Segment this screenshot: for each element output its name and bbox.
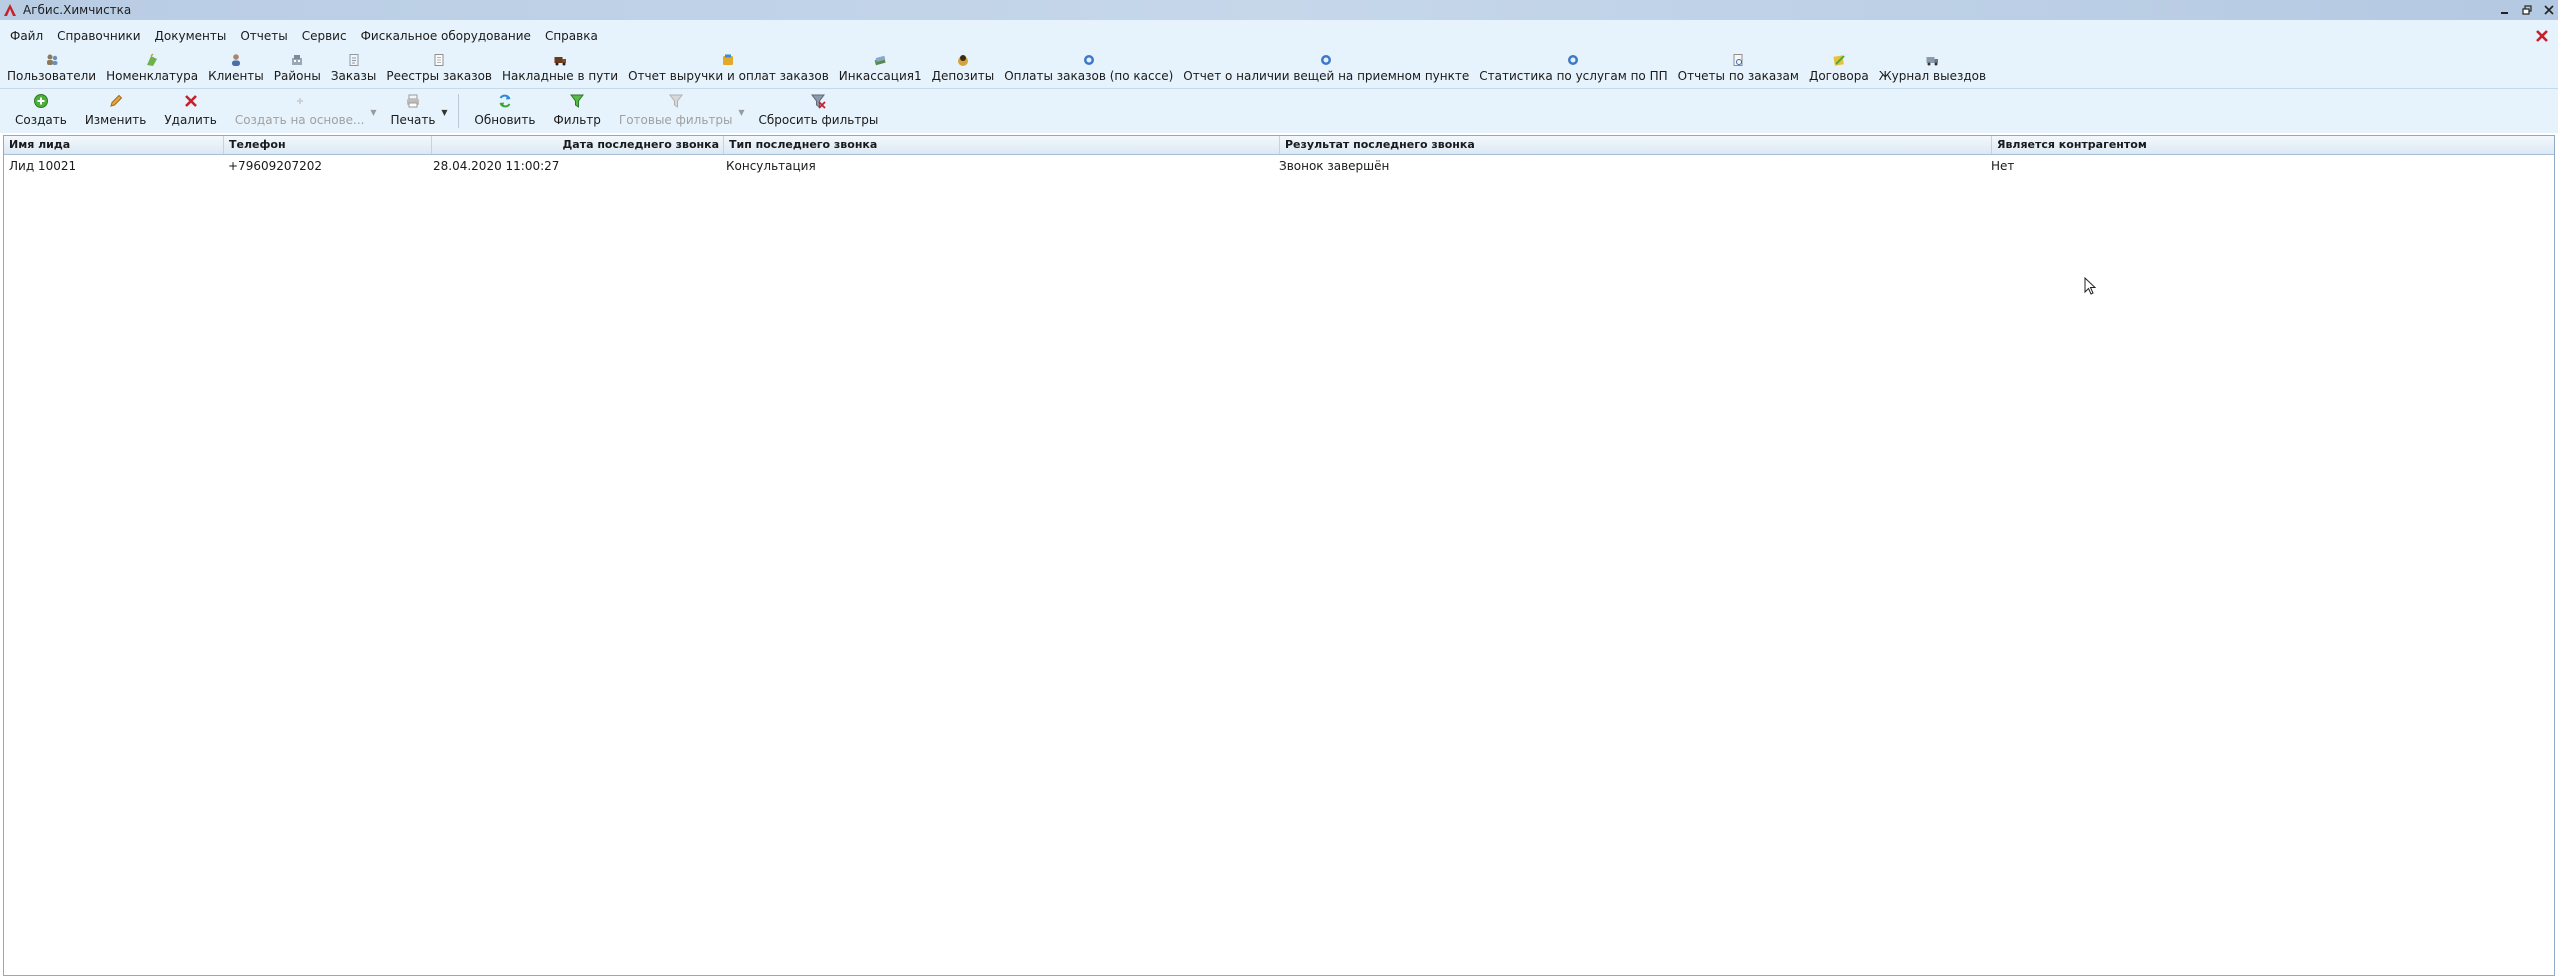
app-logo-icon — [2, 2, 18, 18]
restore-button[interactable] — [2520, 3, 2534, 17]
nav-trips-journal[interactable]: Журнал выездов — [1874, 52, 1991, 83]
nav-waybills[interactable]: Накладные в пути — [497, 52, 623, 83]
menu-documents[interactable]: Документы — [148, 29, 234, 43]
nomenclature-icon — [145, 53, 159, 67]
nav-nomenclature[interactable]: Номенклатура — [101, 52, 203, 83]
menu-help[interactable]: Справка — [538, 29, 605, 43]
nav-deposits[interactable]: Депозиты — [927, 52, 1000, 83]
quick-nav-toolbar: Пользователи Номенклатура Клиенты Районы… — [0, 52, 2558, 88]
nav-districts[interactable]: Районы — [269, 52, 326, 83]
pencil-icon — [107, 92, 125, 110]
items-report-icon — [1319, 53, 1333, 67]
menu-references[interactable]: Справочники — [50, 29, 147, 43]
edit-button[interactable]: Изменить — [76, 92, 156, 127]
payments-icon — [1082, 53, 1096, 67]
ready-filters-dropdown-arrow[interactable]: ▼ — [736, 92, 748, 132]
delete-button[interactable]: Удалить — [155, 92, 226, 127]
cell-last-call-type: Консультация — [726, 159, 816, 173]
nav-clients[interactable]: Клиенты — [203, 52, 269, 83]
cell-phone: +79609207202 — [228, 159, 323, 173]
column-header-phone[interactable]: Телефон — [224, 136, 432, 154]
deposits-icon — [956, 53, 970, 67]
refresh-icon — [496, 92, 514, 110]
reset-filters-button[interactable]: Сбросить фильтры — [750, 92, 888, 127]
clients-icon — [229, 53, 243, 67]
printer-icon — [404, 92, 422, 110]
create-based-dropdown-arrow[interactable]: ▼ — [368, 92, 380, 132]
column-header-is-counterparty[interactable]: Является контрагентом — [1992, 136, 2554, 154]
nav-items-report[interactable]: Отчет о наличии вещей на приемном пункте — [1178, 52, 1474, 83]
orders-icon — [347, 53, 361, 67]
print-button[interactable]: Печать — [382, 92, 445, 127]
revenue-report-icon — [721, 53, 735, 67]
title-bar: Агбис.Химчистка — [0, 0, 2558, 20]
nav-orders[interactable]: Заказы — [326, 52, 382, 83]
close-document-button[interactable] — [2532, 26, 2552, 46]
ready-filters-button[interactable]: Готовые фильтры — [610, 92, 742, 127]
grid-header: Имя лида Телефон Дата последнего звонка … — [4, 136, 2554, 155]
trips-journal-icon — [1925, 53, 1939, 67]
create-based-on-button[interactable]: Создать на основе... — [226, 92, 374, 127]
column-header-last-call-date[interactable]: Дата последнего звонка — [432, 136, 724, 154]
menu-service[interactable]: Сервис — [295, 29, 354, 43]
menu-fiscal-equipment[interactable]: Фискальное оборудование — [354, 29, 538, 43]
nav-revenue-report[interactable]: Отчет выручки и оплат заказов — [623, 52, 834, 83]
reset-filter-icon — [809, 92, 827, 110]
window-title: Агбис.Химчистка — [23, 3, 132, 17]
order-registry-icon — [432, 53, 446, 67]
minimize-button[interactable] — [2498, 3, 2512, 17]
contracts-icon — [1832, 53, 1846, 67]
add-icon — [32, 92, 50, 110]
minimize-icon — [2501, 12, 2508, 14]
window-controls — [2498, 0, 2556, 20]
waybills-icon — [553, 53, 567, 67]
nav-contracts[interactable]: Договора — [1804, 52, 1874, 83]
menu-file[interactable]: Файл — [3, 29, 50, 43]
nav-service-statistics[interactable]: Статистика по услугам по ПП — [1474, 52, 1672, 83]
nav-order-reports[interactable]: Отчеты по заказам — [1673, 52, 1804, 83]
users-icon — [45, 53, 59, 67]
column-header-last-call-type[interactable]: Тип последнего звонка — [724, 136, 1280, 154]
menu-reports[interactable]: Отчеты — [233, 29, 294, 43]
districts-icon — [290, 53, 304, 67]
order-reports-icon — [1731, 53, 1745, 67]
refresh-button[interactable]: Обновить — [465, 92, 544, 127]
toolbar-separator — [458, 94, 460, 128]
create-button[interactable]: Создать — [6, 92, 76, 127]
mouse-cursor-icon — [2084, 277, 2097, 295]
close-window-button[interactable] — [2542, 3, 2556, 17]
nav-collection[interactable]: Инкассация1 — [834, 52, 927, 83]
cell-is-counterparty: Нет — [1991, 159, 2015, 173]
filter-button[interactable]: Фильтр — [544, 92, 609, 127]
action-toolbar: Создать Изменить Удалить Создать на осно… — [0, 89, 2558, 133]
nav-order-payments[interactable]: Оплаты заказов (по кассе) — [999, 52, 1178, 83]
column-header-lead-name[interactable]: Имя лида — [4, 136, 224, 154]
ready-filters-icon — [667, 92, 685, 110]
column-header-last-call-result[interactable]: Результат последнего звонка — [1280, 136, 1992, 154]
cell-last-call-date: 28.04.2020 11:00:27 — [433, 159, 560, 173]
print-dropdown-arrow[interactable]: ▼ — [438, 92, 450, 132]
cell-lead-name: Лид 10021 — [9, 159, 77, 173]
create-based-icon — [291, 92, 309, 110]
nav-order-registries[interactable]: Реестры заказов — [381, 52, 497, 83]
filter-icon — [568, 92, 586, 110]
statistics-icon — [1566, 53, 1580, 67]
restore-icon — [2522, 5, 2532, 15]
close-red-icon — [2536, 30, 2548, 42]
delete-icon — [182, 92, 200, 110]
leads-grid[interactable]: Имя лида Телефон Дата последнего звонка … — [3, 135, 2555, 976]
close-icon — [2544, 5, 2554, 15]
nav-users[interactable]: Пользователи — [2, 52, 101, 83]
collection-icon — [873, 53, 887, 67]
cell-last-call-result: Звонок завершён — [1279, 159, 1390, 173]
menu-bar: Файл Справочники Документы Отчеты Сервис… — [0, 20, 2558, 52]
table-row[interactable]: Лид 10021 +79609207202 28.04.2020 11:00:… — [4, 155, 2554, 177]
